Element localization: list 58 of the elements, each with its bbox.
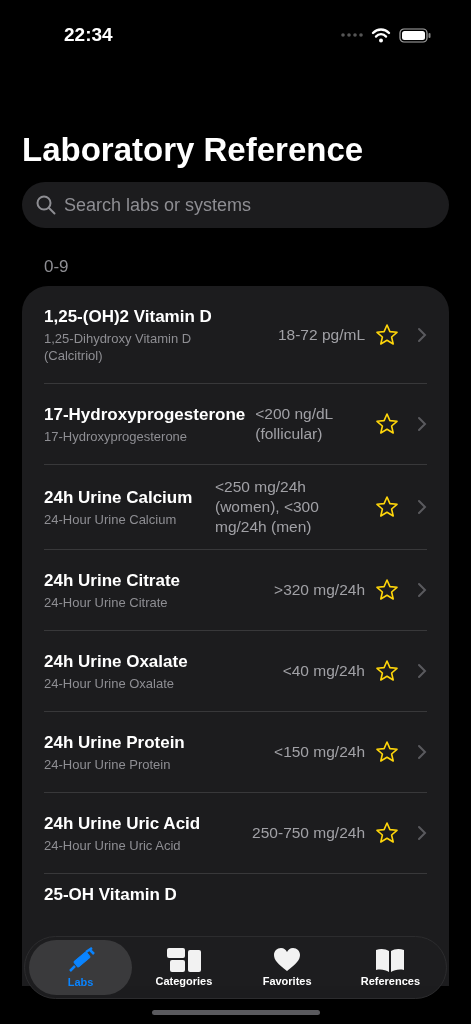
grid-icon bbox=[166, 948, 201, 972]
reference-range: <40 mg/24h bbox=[282, 661, 365, 681]
lab-full-name: 24-Hour Urine Uric Acid bbox=[44, 836, 182, 854]
signal-icon bbox=[341, 33, 363, 37]
lab-name: 17-Hydroxyprogesterone bbox=[44, 403, 246, 426]
chevron-icon bbox=[417, 499, 427, 515]
lab-name: 24h Urine Uric Acid bbox=[44, 812, 201, 835]
status-time: 22:34 bbox=[64, 24, 114, 46]
tab[interactable]: Categories bbox=[132, 940, 236, 995]
lab-row[interactable]: 17-Hydroxyprogesterone 17-Hydroxyprogesterone <200 ng/dL (follicular) bbox=[44, 384, 427, 465]
lab-full-name: 17-Hydroxyprogesterone bbox=[44, 427, 189, 445]
lab-full-name: 24-Hour Urine Citrate bbox=[44, 593, 169, 611]
star-icon[interactable] bbox=[375, 821, 399, 845]
battery-icon bbox=[399, 27, 431, 43]
star-icon[interactable] bbox=[375, 495, 399, 519]
tab[interactable]: References bbox=[338, 940, 442, 995]
search-field[interactable]: Search labs or systems bbox=[22, 182, 449, 228]
reference-range: <150 mg/24h bbox=[274, 742, 365, 762]
page-title: Laboratory Reference bbox=[22, 130, 365, 170]
lab-full-name: 24-Hour Urine Protein bbox=[44, 755, 172, 773]
lab-row[interactable]: 24h Urine Oxalate 24-Hour Urine Oxalate <40 mg/24h bbox=[44, 631, 427, 712]
lab-name: 24h Urine Protein bbox=[44, 731, 185, 754]
star-icon[interactable] bbox=[375, 578, 399, 602]
reference-range: <250 mg/24h (women), <300 mg/24h (men) bbox=[215, 477, 320, 537]
section-header: 0-9 bbox=[44, 258, 70, 278]
reference-range: 250-750 mg/24h bbox=[252, 823, 365, 843]
star-icon[interactable] bbox=[375, 740, 399, 764]
lab-name: 24h Urine Citrate bbox=[44, 569, 181, 592]
lab-name: 1,25-(OH)2 Vitamin D bbox=[44, 305, 212, 328]
chevron-icon bbox=[417, 582, 427, 598]
star-icon[interactable] bbox=[375, 659, 399, 683]
lab-row[interactable]: 24h Urine Citrate 24-Hour Urine Citrate >320 mg/24h bbox=[44, 550, 427, 631]
chevron-icon bbox=[417, 825, 427, 841]
chevron-icon bbox=[417, 326, 427, 343]
lab-row[interactable]: 24h Urine Uric Acid 24-Hour Urine Uric Acid 250-750 mg/24h bbox=[44, 793, 427, 874]
lab-row[interactable]: 25-OH Vitamin D bbox=[44, 874, 427, 906]
chevron-icon bbox=[417, 663, 427, 679]
lab-row[interactable]: 24h Urine Calcium 24-Hour Urine Calcium <250 mg/24h (women), <300 mg/24h (men) bbox=[44, 465, 427, 550]
star-icon[interactable] bbox=[375, 412, 399, 436]
lab-full-name: 24-Hour Urine Oxalate bbox=[44, 674, 176, 692]
lab-row[interactable]: 24h Urine Protein 24-Hour Urine Protein <150 mg/24h bbox=[44, 712, 427, 793]
book-icon bbox=[375, 948, 406, 972]
chevron-icon bbox=[417, 416, 427, 432]
chevron-icon bbox=[417, 744, 427, 760]
lab-row[interactable]: 1,25-(OH)2 Vitamin D 1,25-Dihydroxy Vitamin D (Calcitriol) 18-72 pg/mL bbox=[44, 286, 427, 384]
reference-range: 18-72 pg/mL bbox=[277, 324, 365, 345]
lab-name: 24h Urine Oxalate bbox=[44, 650, 188, 673]
lab-name: 24h Urine Calcium bbox=[44, 486, 193, 509]
lab-full-name: 24-Hour Urine Calcium bbox=[44, 510, 178, 528]
reference-range: <200 ng/dL (follicular) bbox=[255, 404, 334, 444]
lab-name: 25-OH Vitamin D bbox=[44, 884, 177, 906]
reference-range: >320 mg/24h bbox=[274, 580, 365, 600]
lab-full-name: 1,25-Dihydroxy Vitamin D (Calcitriol) bbox=[44, 329, 193, 364]
search-icon bbox=[36, 195, 56, 215]
heart-icon bbox=[274, 948, 301, 972]
wifi-icon bbox=[371, 27, 391, 43]
star-icon[interactable] bbox=[375, 322, 399, 347]
tab[interactable]: Favorites bbox=[235, 940, 339, 995]
